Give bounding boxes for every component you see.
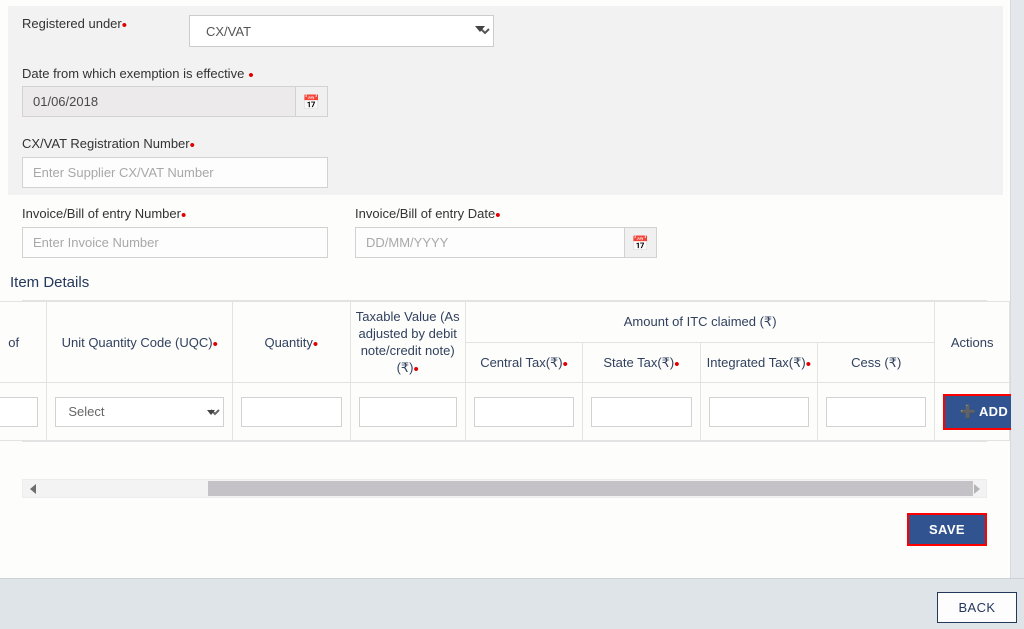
th-actions-text: Actions — [950, 334, 994, 350]
calendar-icon: 📅 — [302, 93, 321, 110]
th-central-tax: Central Tax(₹)• — [464, 341, 584, 383]
state-tax-input[interactable] — [591, 396, 692, 427]
cess-input[interactable] — [826, 396, 927, 427]
th-cess-text: Cess (₹) — [851, 354, 902, 370]
invoice-number-label: Invoice/Bill of entry Number• — [22, 206, 187, 224]
invoice-date-label-text: Invoice/Bill of entry Date — [355, 206, 496, 221]
cell-taxable-value — [349, 382, 466, 441]
th-uqc: Unit Quantity Code (UQC)• — [46, 301, 234, 383]
invoice-number-label-text: Invoice/Bill of entry Number — [22, 206, 181, 221]
th-integrated-tax: Integrated Tax(₹)• — [699, 341, 819, 383]
footer-bar: BACK — [0, 578, 1024, 629]
plus-icon: ➕ — [959, 403, 976, 419]
th-quantity: Quantity• — [232, 301, 351, 383]
uqc-select-wrap: Select — [55, 396, 225, 427]
th-state-tax-text: State Tax(₹) — [603, 354, 675, 370]
integrated-tax-input[interactable] — [708, 396, 810, 427]
save-button[interactable]: SAVE — [907, 513, 987, 546]
th-cess: Cess (₹) — [817, 341, 936, 383]
invoice-date-label: Invoice/Bill of entry Date• — [355, 206, 501, 224]
scrollbar-thumb[interactable] — [208, 481, 973, 496]
uqc-select[interactable]: Select — [55, 396, 225, 427]
th-hsn-truncated: of — [0, 301, 48, 383]
calendar-icon: 📅 — [631, 234, 650, 251]
item-details-heading: Item Details — [10, 274, 90, 291]
registered-under-label-text: Registered under — [22, 16, 122, 31]
page-root: Registered under• CX/VAT Date from which… — [0, 0, 1024, 629]
table-header-row-top: of Unit Quantity Code (UQC)• Quantity• T… — [0, 301, 1010, 383]
scroll-left-button[interactable] — [24, 480, 41, 497]
registration-number-input[interactable] — [22, 157, 328, 188]
invoice-date-calendar-button[interactable]: 📅 — [624, 227, 657, 258]
quantity-input[interactable] — [241, 396, 342, 427]
th-state-tax: State Tax(₹)• — [582, 341, 701, 383]
cell-uqc: Select — [46, 382, 234, 441]
required-marker: • — [212, 335, 218, 353]
exemption-date-input[interactable] — [22, 86, 295, 117]
back-button[interactable]: BACK — [937, 592, 1017, 623]
th-central-tax-text: Central Tax(₹) — [480, 354, 563, 370]
required-marker: • — [121, 17, 127, 34]
required-marker: • — [805, 355, 812, 373]
required-marker: • — [674, 355, 680, 373]
registration-number-label: CX/VAT Registration Number• — [22, 136, 195, 154]
right-gutter — [1011, 0, 1024, 578]
scroll-right-button[interactable] — [968, 480, 985, 497]
registered-under-label: Registered under• — [22, 16, 127, 34]
table-horizontal-scrollbar[interactable] — [22, 479, 987, 498]
content-card: Registered under• CX/VAT Date from which… — [0, 0, 1024, 578]
item-details-table-wrapper: of Unit Quantity Code (UQC)• Quantity• T… — [0, 300, 1024, 442]
th-hsn-truncated-text: of — [8, 334, 20, 350]
invoice-date-input[interactable] — [355, 227, 624, 258]
cell-state-tax — [582, 382, 701, 441]
th-taxable-value-text: Taxable Value (As adjusted by debit note… — [355, 309, 460, 375]
cell-actions: ➕ ADD — [934, 382, 1024, 441]
taxable-value-input[interactable] — [358, 396, 457, 427]
invoice-date-group: 📅 — [355, 227, 657, 258]
th-actions: Actions — [934, 301, 1010, 383]
cell-cess — [817, 382, 936, 441]
th-itc-claimed-group: Amount of ITC claimed (₹) — [464, 301, 936, 343]
cell-integrated-tax — [699, 382, 819, 441]
hsn-input[interactable] — [0, 396, 39, 427]
exemption-date-calendar-button[interactable]: 📅 — [295, 86, 328, 117]
cell-central-tax — [464, 382, 584, 441]
required-marker: • — [495, 207, 501, 224]
registration-number-label-text: CX/VAT Registration Number — [22, 136, 190, 151]
th-taxable-value: Taxable Value (As adjusted by debit note… — [349, 301, 466, 383]
required-marker: • — [312, 335, 319, 353]
cell-quantity — [232, 382, 351, 441]
add-item-label: ADD — [978, 403, 1009, 419]
chevron-right-icon — [973, 483, 980, 494]
invoice-number-input[interactable] — [22, 227, 328, 258]
required-marker: • — [413, 361, 419, 378]
required-marker: • — [248, 67, 254, 84]
exemption-date-group: 📅 — [22, 86, 328, 117]
exemption-date-label: Date from which exemption is effective • — [22, 66, 254, 84]
cell-hsn — [0, 382, 48, 441]
chevron-left-icon — [29, 483, 36, 494]
required-marker: • — [562, 355, 568, 373]
required-marker: • — [189, 137, 195, 154]
th-integrated-tax-text: Integrated Tax(₹) — [706, 354, 806, 370]
th-quantity-text: Quantity — [264, 334, 313, 350]
th-itc-claimed-group-text: Amount of ITC claimed (₹) — [623, 314, 777, 330]
registered-under-select[interactable]: CX/VAT — [189, 15, 494, 47]
table-row: Select ➕ ADD — [0, 382, 1024, 441]
required-marker: • — [180, 207, 187, 224]
exemption-date-label-text: Date from which exemption is effective — [22, 66, 245, 81]
item-details-table: of Unit Quantity Code (UQC)• Quantity• T… — [0, 301, 1024, 441]
central-tax-input[interactable] — [473, 396, 575, 427]
th-uqc-text: Unit Quantity Code (UQC) — [61, 334, 213, 350]
